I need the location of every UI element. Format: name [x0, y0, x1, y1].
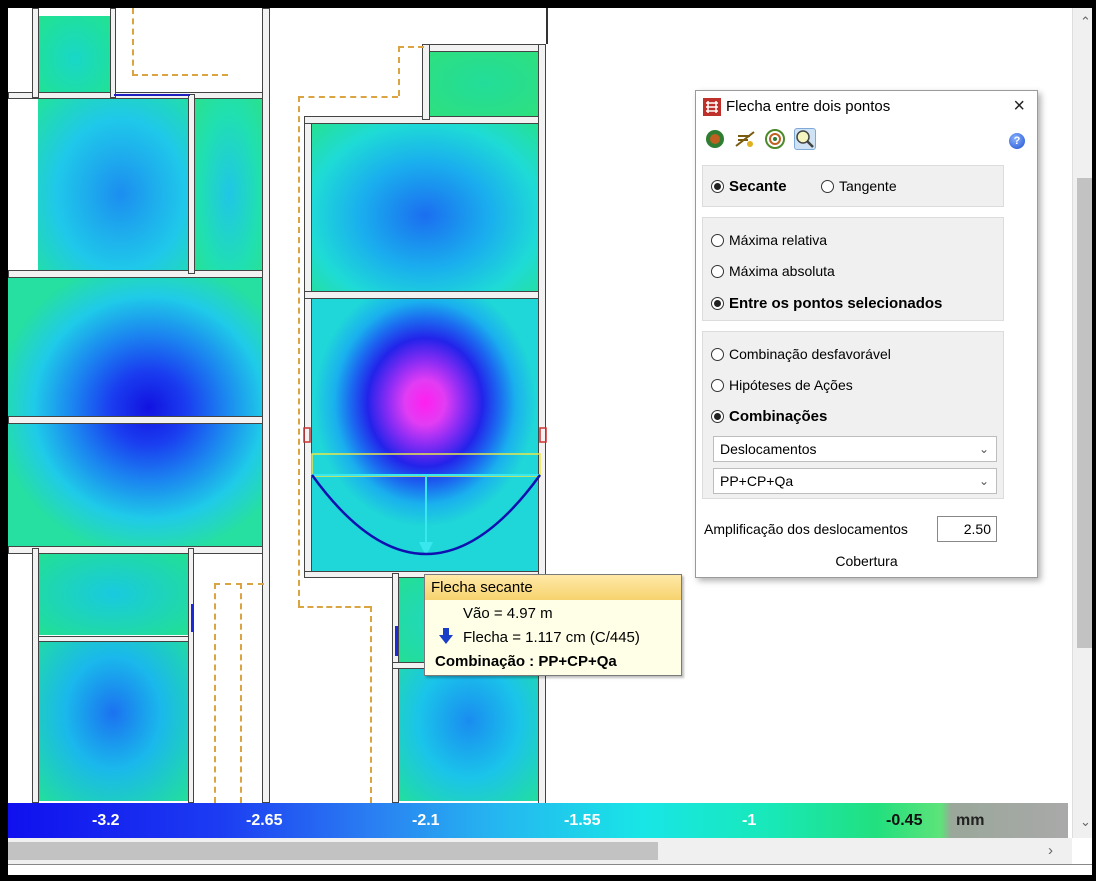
radio-unselected-icon [821, 179, 834, 193]
radio-tangente[interactable]: Tangente [821, 178, 897, 194]
scroll-up-icon[interactable]: ⌃ [1080, 14, 1091, 30]
radio-entre-pontos[interactable]: Entre os pontos selecionados [711, 295, 942, 312]
dashed-outline [398, 46, 424, 48]
scale-label: -1 [742, 812, 757, 829]
radio-unselected-icon [711, 378, 724, 392]
slab-panel[interactable] [38, 553, 188, 635]
radio-unselected-icon [711, 233, 724, 247]
beam [8, 546, 266, 554]
dashed-outline [298, 96, 300, 606]
dashed-outline [398, 46, 400, 96]
app-window: Flecha secante Vão = 4.97 m Flecha = 1.1… [0, 0, 1096, 881]
dialog-title: Flecha entre dois pontos [726, 98, 891, 115]
contour-icon[interactable] [764, 128, 786, 150]
beam [32, 636, 192, 642]
tooltip-combination: Combinação : PP+CP+Qa [435, 653, 617, 670]
scale-label: -1.55 [564, 812, 601, 829]
radio-unselected-icon [711, 264, 724, 278]
dashed-outline [132, 74, 228, 76]
radio-hipoteses-acoes[interactable]: Hipóteses de Ações [711, 377, 853, 393]
beam [32, 8, 39, 98]
radio-combinacoes[interactable]: Combinações [711, 408, 827, 425]
color-scale-bar: -3.2 -2.65 -2.1 -1.55 -1 -0.45 mm [8, 803, 1068, 838]
help-icon[interactable]: ? [1009, 133, 1025, 149]
scroll-down-icon[interactable]: ⌄ [1080, 814, 1091, 830]
vertical-scrollbar[interactable]: ⌃ ⌄ [1072, 8, 1092, 838]
beam [304, 116, 312, 578]
beam [262, 8, 270, 803]
dashed-outline [298, 606, 370, 608]
amplification-label: Amplificação dos deslocamentos [704, 521, 908, 537]
slab-panel[interactable] [8, 278, 264, 548]
down-arrow-icon [439, 628, 453, 648]
beam [188, 548, 194, 803]
slab-panel[interactable] [38, 641, 188, 801]
vertical-scroll-thumb[interactable] [1077, 178, 1092, 648]
beam [8, 416, 266, 424]
radio-selected-icon [711, 297, 724, 310]
tooltip-span: Vão = 4.97 m [463, 605, 553, 622]
beam [422, 44, 430, 120]
close-button[interactable]: × [1013, 95, 1025, 118]
amplification-input[interactable]: 2.50 [937, 516, 997, 542]
slab-panel[interactable] [428, 50, 540, 116]
status-bar [8, 864, 1092, 875]
radio-unselected-icon [711, 347, 724, 361]
grid-line [114, 94, 190, 96]
floor-label: Cobertura [835, 553, 898, 569]
radio-selected-icon [711, 410, 724, 423]
beam [392, 573, 399, 803]
dashed-outline [370, 606, 372, 803]
scale-unit: mm [956, 812, 985, 829]
scale-label: -0.45 [886, 812, 923, 829]
beam [422, 44, 544, 52]
zoom-deflection-icon[interactable] [794, 128, 816, 150]
beam-deflection-icon[interactable] [734, 128, 756, 150]
tooltip-deflection: Flecha = 1.117 cm (C/445) [463, 629, 640, 646]
scroll-right-icon[interactable]: › [1048, 842, 1053, 859]
scale-label: -3.2 [92, 812, 120, 829]
chevron-down-icon: ⌄ [978, 474, 989, 488]
slab-panel[interactable] [310, 122, 540, 292]
tooltip-title: Flecha secante [425, 575, 681, 600]
grid-line [546, 8, 548, 44]
deflection-map-icon[interactable] [704, 128, 726, 150]
dashed-outline [214, 583, 264, 585]
source-group: Combinação desfavorável Hipóteses de Açõ… [702, 331, 1004, 499]
scale-label: -2.1 [412, 812, 440, 829]
dashed-outline [132, 8, 134, 76]
combination-select[interactable]: PP+CP+Qa ⌄ [713, 468, 997, 494]
slab-panel[interactable] [194, 98, 264, 273]
radio-selected-icon [711, 180, 724, 193]
beam [538, 44, 546, 803]
beam [110, 8, 116, 98]
dashed-outline [214, 583, 216, 803]
dashed-outline [298, 96, 398, 98]
slab-panel[interactable] [398, 668, 540, 801]
beam [8, 270, 268, 278]
horizontal-scroll-thumb[interactable] [8, 842, 658, 860]
app-logo-icon [703, 98, 721, 119]
method-group: Secante Tangente [702, 165, 1004, 207]
beam [188, 94, 195, 274]
result-select[interactable]: Deslocamentos ⌄ [713, 436, 997, 462]
beam [304, 291, 544, 299]
radio-secante[interactable]: Secante [711, 178, 787, 195]
slab-panel[interactable] [38, 98, 188, 273]
slab-panel[interactable] [310, 298, 540, 573]
deflection-tooltip: Flecha secante Vão = 4.97 m Flecha = 1.1… [424, 574, 682, 676]
mode-group: Máxima relativa Máxima absoluta Entre os… [702, 217, 1004, 321]
scale-label: -2.65 [246, 812, 283, 829]
radio-maxima-relativa[interactable]: Máxima relativa [711, 232, 827, 248]
horizontal-scrollbar[interactable]: › [8, 838, 1072, 864]
slab-panel[interactable] [38, 16, 112, 94]
radio-maxima-absoluta[interactable]: Máxima absoluta [711, 263, 835, 279]
deflection-dialog: Flecha entre dois pontos × ? Secante Tan… [695, 90, 1038, 578]
dashed-outline [240, 583, 242, 803]
radio-combinacao-desfavoravel[interactable]: Combinação desfavorável [711, 346, 891, 362]
chevron-down-icon: ⌄ [978, 442, 989, 456]
beam [32, 548, 39, 803]
